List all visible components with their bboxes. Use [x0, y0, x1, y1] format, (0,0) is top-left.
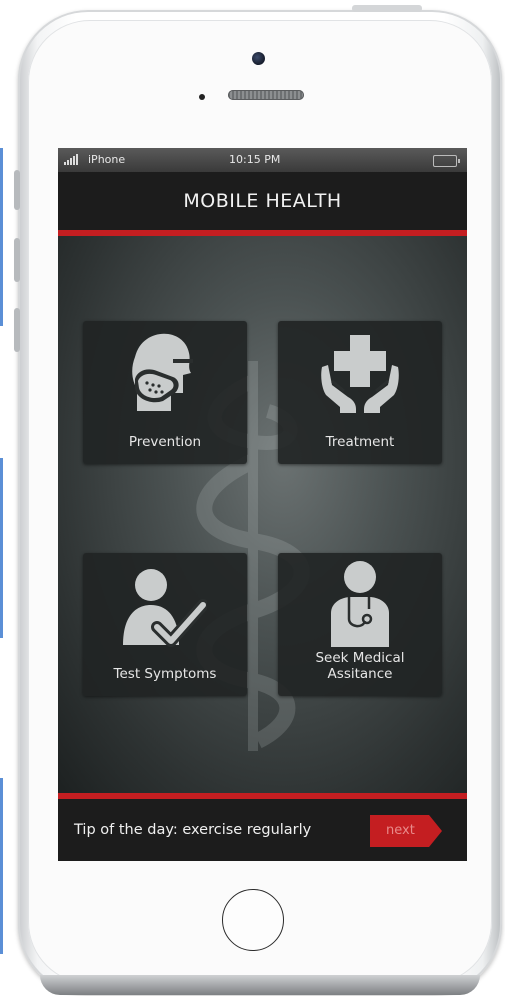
tip-of-day-text: Tip of the day: exercise regularly — [74, 822, 312, 838]
phone-screen: iPhone 10:15 PM MOBILE HEALTH Prevention — [58, 148, 467, 861]
status-bar: iPhone 10:15 PM — [58, 148, 467, 172]
volume-down-button[interactable] — [14, 308, 20, 352]
tile-label: Seek Medical Assitance — [315, 650, 405, 682]
prevention-tile[interactable]: Prevention — [83, 321, 247, 464]
seek-medical-assistance-tile[interactable]: Seek Medical Assitance — [278, 553, 442, 696]
app-title: MOBILE HEALTH — [58, 172, 467, 230]
home-button[interactable] — [222, 889, 284, 951]
front-camera — [252, 52, 265, 65]
status-time: 10:15 PM — [229, 153, 281, 166]
main-content: Prevention Treatment Test Symptoms Seek … — [58, 236, 467, 793]
edge-mark — [0, 148, 3, 326]
edge-mark — [0, 458, 3, 638]
edge-mark — [0, 778, 3, 954]
battery-icon — [433, 155, 460, 167]
tile-label: Prevention — [128, 434, 202, 450]
treatment-tile[interactable]: Treatment — [278, 321, 442, 464]
test-symptoms-tile[interactable]: Test Symptoms — [83, 553, 247, 696]
tile-label: Treatment — [325, 434, 395, 450]
phone-bottom-edge — [40, 975, 480, 995]
carrier-name: iPhone — [88, 153, 126, 166]
power-button[interactable] — [352, 5, 422, 12]
proximity-sensor — [199, 94, 205, 100]
doctor-icon — [331, 561, 389, 647]
tile-label: Test Symptoms — [113, 666, 217, 682]
mute-switch[interactable] — [14, 170, 20, 210]
tip-footer: Tip of the day: exercise regularly next — [58, 799, 467, 861]
signal-icon — [64, 154, 78, 165]
volume-up-button[interactable] — [14, 238, 20, 282]
next-button[interactable]: next — [370, 815, 442, 847]
person-check-icon — [123, 569, 207, 647]
mask-person-icon — [132, 333, 193, 411]
earpiece-speaker — [228, 90, 304, 100]
hands-cross-icon — [321, 335, 399, 413]
